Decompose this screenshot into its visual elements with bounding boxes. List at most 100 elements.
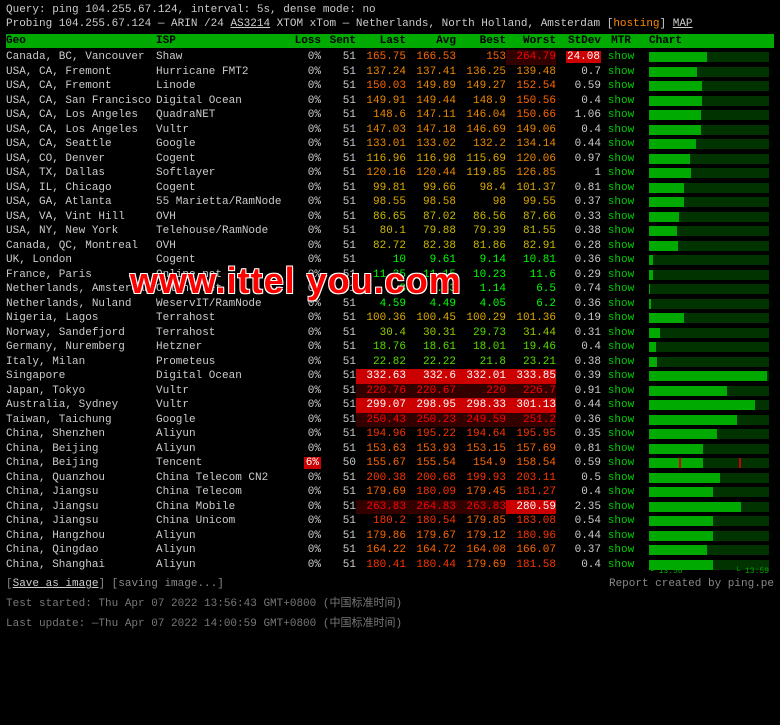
cell-geo: Norway, Sandefjord	[6, 326, 156, 341]
mtr-show-link[interactable]: show	[601, 413, 641, 428]
map-link[interactable]: MAP	[673, 18, 693, 30]
cell-sent: 51	[321, 94, 356, 109]
mtr-show-link[interactable]: show	[601, 311, 641, 326]
cell-best: 115.69	[456, 152, 506, 167]
cell-avg: 166.53	[406, 50, 456, 65]
cell-worst: 280.59	[506, 500, 556, 515]
cell-sent: 51	[321, 79, 356, 94]
chart-bar	[649, 110, 769, 120]
chart-bar	[649, 125, 769, 135]
chart-bar	[649, 502, 769, 512]
mtr-show-link[interactable]: show	[601, 152, 641, 167]
chart-bar	[649, 96, 769, 106]
mtr-show-link[interactable]: show	[601, 65, 641, 80]
cell-stdev: 0.4	[556, 94, 601, 109]
cell-best: 149.27	[456, 79, 506, 94]
cell-worst: 19.46	[506, 340, 556, 355]
mtr-show-link[interactable]: show	[601, 326, 641, 341]
cell-last: 147.03	[356, 123, 406, 138]
probe-as-link[interactable]: AS3214	[230, 18, 270, 30]
cell-last: 120.16	[356, 166, 406, 181]
mtr-show-link[interactable]: show	[601, 456, 641, 471]
cell-loss: 0%	[286, 514, 321, 529]
cell-avg: 1.33	[406, 282, 456, 297]
chart-bar	[649, 342, 769, 352]
mtr-show-link[interactable]: show	[601, 340, 641, 355]
cell-stdev: 0.7	[556, 65, 601, 80]
cell-avg: 120.44	[406, 166, 456, 181]
cell-geo: Singapore	[6, 369, 156, 384]
mtr-show-link[interactable]: show	[601, 210, 641, 225]
mtr-show-link[interactable]: show	[601, 239, 641, 254]
mtr-show-link[interactable]: show	[601, 94, 641, 109]
mtr-show-link[interactable]: show	[601, 181, 641, 196]
cell-chart	[641, 398, 771, 413]
table-header: Geo ISP Loss Sent Last Avg Best Worst St…	[6, 34, 774, 48]
mtr-show-link[interactable]: show	[601, 166, 641, 181]
table-row: Japan, TokyoVultr0%51220.76220.67220226.…	[6, 384, 774, 399]
mtr-show-link[interactable]: show	[601, 224, 641, 239]
cell-isp: Softlayer	[156, 166, 286, 181]
cell-avg: 179.67	[406, 529, 456, 544]
cell-loss: 0%	[286, 340, 321, 355]
probe-prefix: Probing 104.255.67.124 — ARIN /24	[6, 18, 230, 30]
mtr-show-link[interactable]: show	[601, 384, 641, 399]
cell-sent: 51	[321, 326, 356, 341]
cell-isp: 55 Marietta/RamNode	[156, 195, 286, 210]
cell-sent: 51	[321, 369, 356, 384]
cell-loss: 0%	[286, 558, 321, 573]
cell-avg: 149.89	[406, 79, 456, 94]
cell-loss: 0%	[286, 543, 321, 558]
mtr-show-link[interactable]: show	[601, 282, 641, 297]
chart-bar	[649, 299, 769, 309]
mtr-show-link[interactable]: show	[601, 558, 641, 573]
mtr-show-link[interactable]: show	[601, 297, 641, 312]
mtr-show-link[interactable]: show	[601, 442, 641, 457]
mtr-show-link[interactable]: show	[601, 529, 641, 544]
mtr-show-link[interactable]: show	[601, 79, 641, 94]
mtr-show-link[interactable]: show	[601, 471, 641, 486]
cell-last: 80.1	[356, 224, 406, 239]
cell-isp: Google	[156, 137, 286, 152]
mtr-show-link[interactable]: show	[601, 355, 641, 370]
mtr-show-link[interactable]: show	[601, 253, 641, 268]
mtr-show-link[interactable]: show	[601, 543, 641, 558]
cell-isp: Aliyun	[156, 558, 286, 573]
mtr-show-link[interactable]: show	[601, 427, 641, 442]
cell-avg: 250.23	[406, 413, 456, 428]
cell-best: 119.85	[456, 166, 506, 181]
save-as-image-link[interactable]: Save as image	[13, 578, 99, 590]
mtr-show-link[interactable]: show	[601, 50, 641, 65]
table-row: USA, NY, New YorkTelehouse/RamNode0%5180…	[6, 224, 774, 239]
cell-loss: 0%	[286, 152, 321, 167]
mtr-show-link[interactable]: show	[601, 108, 641, 123]
mtr-show-link[interactable]: show	[601, 123, 641, 138]
cell-loss: 0%	[286, 413, 321, 428]
chart-bar	[649, 284, 769, 294]
mtr-show-link[interactable]: show	[601, 369, 641, 384]
cell-best: 298.33	[456, 398, 506, 413]
cell-sent: 51	[321, 340, 356, 355]
cell-stdev: 0.19	[556, 311, 601, 326]
cell-geo: China, Qingdao	[6, 543, 156, 558]
cell-worst: 31.44	[506, 326, 556, 341]
cell-last: 220.76	[356, 384, 406, 399]
cell-worst: 301.13	[506, 398, 556, 413]
mtr-show-link[interactable]: show	[601, 485, 641, 500]
cell-chart	[641, 166, 771, 181]
cell-loss: 0%	[286, 224, 321, 239]
cell-geo: France, Paris	[6, 268, 156, 283]
chart-bar	[649, 81, 769, 91]
mtr-show-link[interactable]: show	[601, 195, 641, 210]
cell-avg: 79.88	[406, 224, 456, 239]
cell-worst: 226.7	[506, 384, 556, 399]
mtr-show-link[interactable]: show	[601, 500, 641, 515]
cell-worst: 6.5	[506, 282, 556, 297]
cell-best: 4.05	[456, 297, 506, 312]
cell-chart	[641, 369, 771, 384]
mtr-show-link[interactable]: show	[601, 398, 641, 413]
cell-isp: Tencent	[156, 456, 286, 471]
mtr-show-link[interactable]: show	[601, 514, 641, 529]
mtr-show-link[interactable]: show	[601, 268, 641, 283]
mtr-show-link[interactable]: show	[601, 137, 641, 152]
